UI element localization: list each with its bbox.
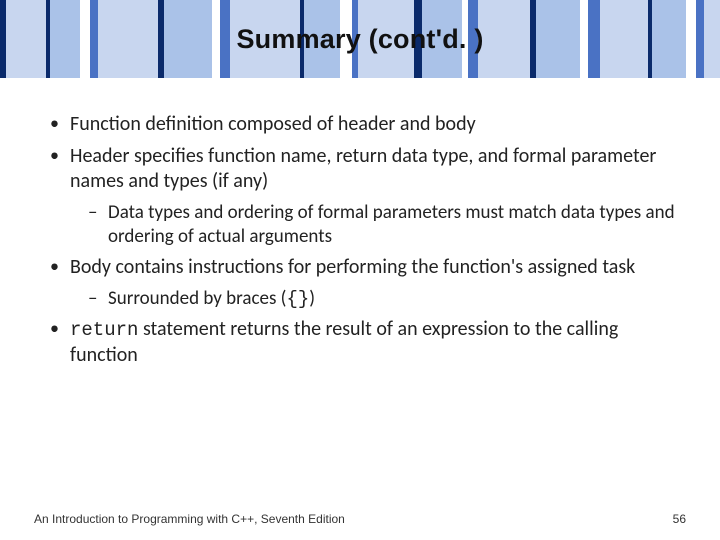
bullet-3-sublist: Surrounded by braces ({}) (70, 287, 686, 311)
bullet-2-sub-1: Data types and ordering of formal parame… (94, 201, 686, 250)
title-banner: Summary (cont'd. ) (0, 0, 720, 78)
slide-content: Function definition composed of header a… (0, 78, 720, 369)
bullet-3-sub-1-pre: Surrounded by braces ( (108, 287, 286, 310)
bullet-3-sub-1: Surrounded by braces ({}) (94, 287, 686, 311)
footer-book-title: An Introduction to Programming with C++,… (34, 512, 345, 526)
bullet-2-sub-1-text: Data types and ordering of formal parame… (108, 201, 675, 248)
slide-footer: An Introduction to Programming with C++,… (34, 512, 686, 526)
slide-title: Summary (cont'd. ) (236, 24, 483, 55)
bullet-3-text: Body contains instructions for performin… (70, 255, 635, 279)
bullet-4: return statement returns the result of a… (56, 317, 686, 368)
braces-code: {} (286, 288, 309, 310)
bullet-3: Body contains instructions for performin… (56, 255, 686, 311)
bullet-list: Function definition composed of header a… (34, 112, 686, 369)
bullet-1: Function definition composed of header a… (56, 112, 686, 138)
footer-page-number: 56 (673, 512, 686, 526)
return-code: return (70, 319, 138, 341)
bullet-4-rest: statement returns the result of an expre… (70, 317, 618, 367)
bullet-2-sublist: Data types and ordering of formal parame… (70, 201, 686, 250)
bullet-2-text: Header specifies function name, return d… (70, 144, 656, 194)
bullet-3-sub-1-post: ) (309, 287, 315, 310)
bullet-2: Header specifies function name, return d… (56, 144, 686, 250)
bullet-1-text: Function definition composed of header a… (70, 112, 476, 136)
